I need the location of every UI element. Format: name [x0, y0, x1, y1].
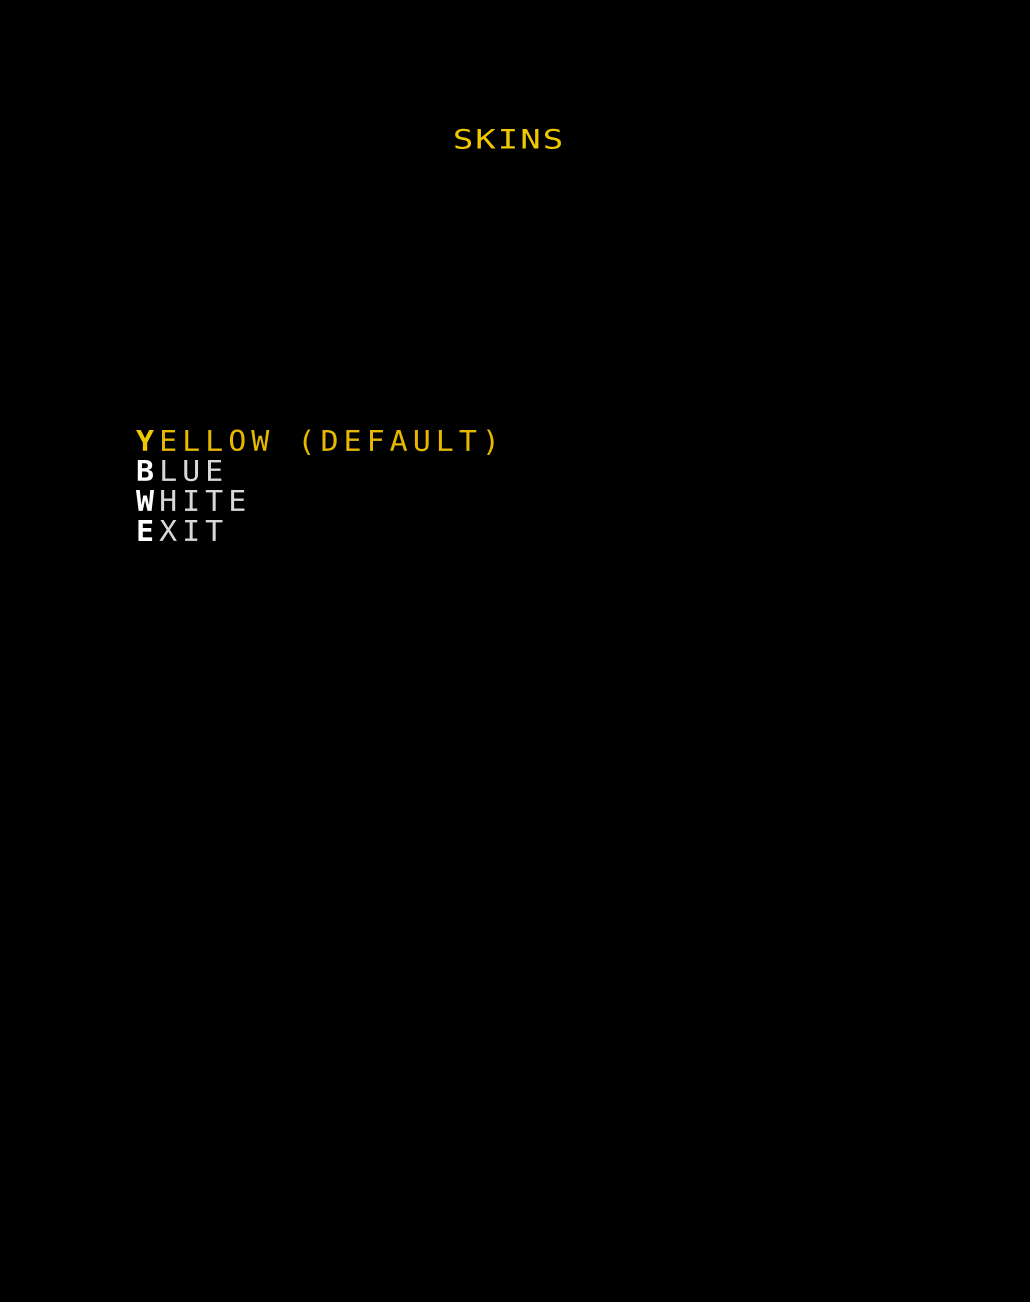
menu-item-white[interactable]: W HITE	[136, 488, 505, 517]
screen-title: SKINS	[452, 124, 566, 156]
menu-item-yellow[interactable]: Y ELLOW (DEFAULT)	[136, 428, 505, 457]
skins-menu: Y ELLOW (DEFAULT) B LUE W HITE E XIT	[136, 428, 505, 548]
menu-item-initial: B	[136, 455, 155, 489]
menu-item-label: HITE	[159, 485, 252, 519]
menu-item-initial: W	[136, 485, 155, 519]
menu-item-blue[interactable]: B LUE	[136, 458, 505, 487]
menu-item-label: ELLOW (DEFAULT)	[159, 425, 505, 459]
menu-item-initial: Y	[136, 425, 155, 459]
menu-item-label: XIT	[159, 515, 229, 549]
menu-item-exit[interactable]: E XIT	[136, 518, 505, 547]
skins-screen: SKINS Y ELLOW (DEFAULT) B LUE W HITE E XIT	[0, 0, 1030, 1302]
menu-item-label: LUE	[159, 455, 229, 489]
menu-item-initial: E	[136, 515, 155, 549]
